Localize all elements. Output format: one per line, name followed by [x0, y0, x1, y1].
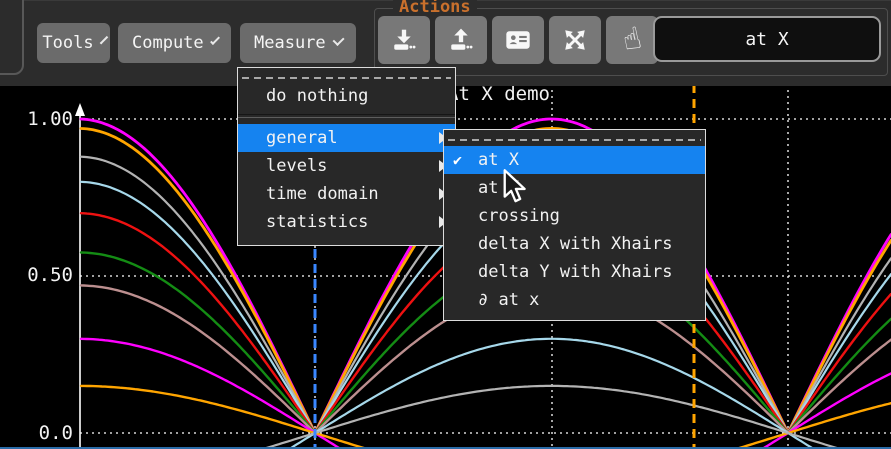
contact-card-icon: [504, 26, 532, 54]
submenu-item-derivative-at-x[interactable]: ∂ at x: [444, 286, 705, 314]
tools-menu-button[interactable]: Tools: [37, 23, 110, 63]
ytick-0: 0.0: [11, 422, 73, 444]
chevron-down-icon: [332, 34, 344, 46]
expand-button[interactable]: [549, 16, 601, 64]
measure-label: Measure: [254, 33, 326, 53]
submenu-item-delta-y[interactable]: delta Y with Xhairs: [444, 258, 705, 286]
measure-menu-button[interactable]: Measure: [240, 23, 356, 63]
menu-item-levels[interactable]: levels: [238, 152, 455, 180]
tools-label: Tools: [42, 33, 93, 53]
submenu-item-delta-x[interactable]: delta X with Xhairs: [444, 230, 705, 258]
measure-mode-field[interactable]: at X: [653, 16, 881, 62]
ytick-1: 1.00: [11, 108, 73, 130]
expand-icon: [562, 27, 588, 53]
menu-item-statistics[interactable]: statistics: [238, 208, 455, 236]
measure-mode-value: at X: [745, 29, 788, 50]
submenu-item-at-x[interactable]: ✔ at X: [444, 146, 705, 174]
actions-groupbox: Actions: [374, 8, 888, 76]
plot-title: At X demo: [447, 84, 550, 105]
pick-button[interactable]: ☝: [606, 16, 658, 64]
general-submenu: ✔ at X at Y crossing delta X with Xhairs…: [443, 129, 706, 321]
left-groupbox-fragment: [0, 0, 24, 75]
menu-item-do-nothing[interactable]: do nothing: [238, 82, 455, 110]
compute-label: Compute: [132, 33, 204, 53]
ytick-0-5: 0.50: [11, 264, 73, 286]
contact-card-button[interactable]: [492, 16, 544, 64]
menu-item-general[interactable]: general: [238, 124, 455, 152]
menu-separator: [238, 114, 455, 118]
upload-button[interactable]: [435, 16, 487, 64]
checkmark-icon: ✔: [453, 151, 462, 169]
chevron-down-icon: [210, 35, 220, 45]
chevron-down-icon: [99, 36, 107, 44]
download-button[interactable]: [378, 16, 430, 64]
mouse-cursor-icon: [502, 169, 528, 205]
measure-menu: do nothing general levels time domain st…: [237, 67, 456, 246]
download-icon: [391, 27, 417, 53]
submenu-item-at-y[interactable]: at Y: [444, 174, 705, 202]
app-window: At X demo 1.00 0.50 0.0 Tools Compute Me…: [0, 0, 891, 449]
menu-item-time-domain[interactable]: time domain: [238, 180, 455, 208]
compute-menu-button[interactable]: Compute: [118, 23, 231, 63]
actions-groupbox-label: Actions: [393, 0, 477, 17]
upload-icon: [448, 27, 474, 53]
hand-pointer-icon: ☝: [620, 23, 644, 56]
submenu-item-crossing[interactable]: crossing: [444, 202, 705, 230]
